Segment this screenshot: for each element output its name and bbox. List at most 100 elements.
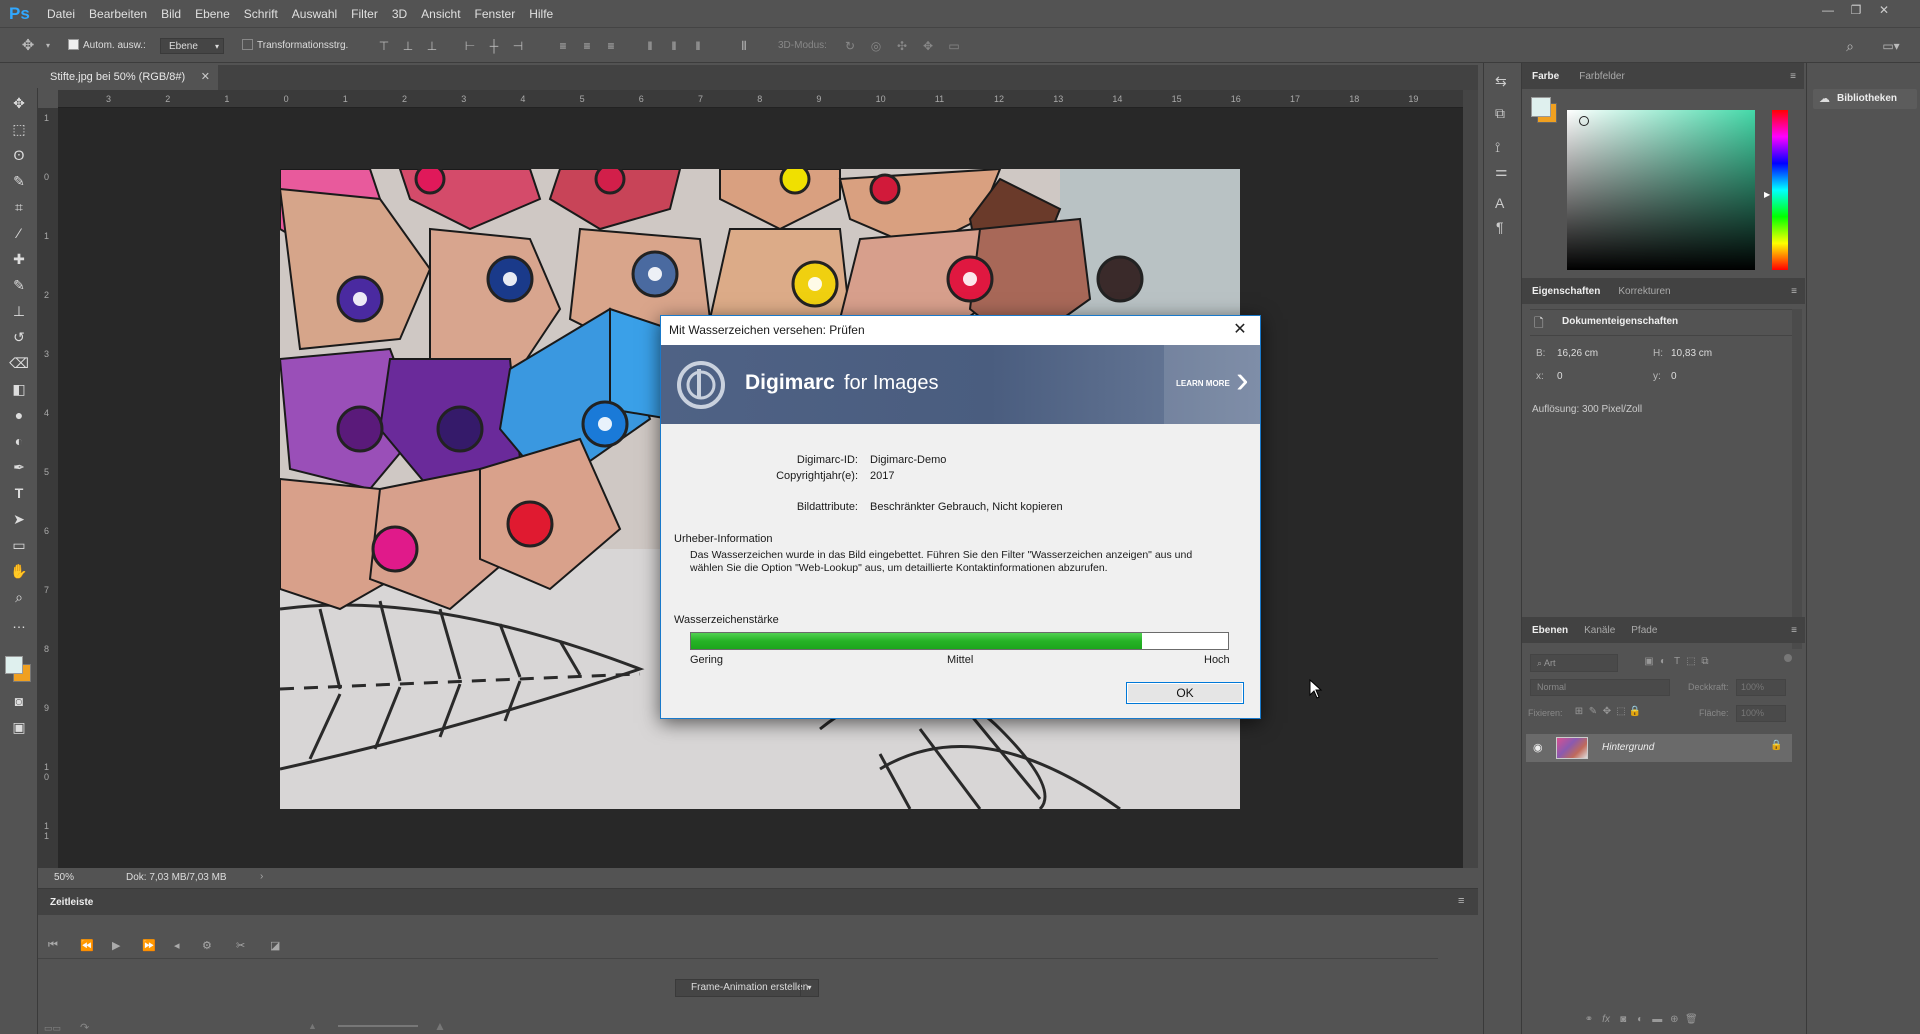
screen-mode-icon[interactable]: ▣ (7, 715, 31, 739)
fill-input[interactable]: 100% (1736, 705, 1786, 722)
tab-kanaele[interactable]: Kanäle (1578, 625, 1621, 636)
pen-tool-icon[interactable]: ✒ (7, 455, 31, 479)
adjustment-layer-icon[interactable]: ◐ (1633, 1014, 1647, 1025)
tab-farbfelder[interactable]: Farbfelder (1569, 71, 1635, 82)
opacity-input[interactable]: 100% (1736, 679, 1786, 696)
tab-farbe[interactable]: Farbe (1522, 71, 1569, 82)
learn-more-button[interactable]: LEARN MORE › (1164, 345, 1260, 424)
distribute-left-icon[interactable]: ‖ (642, 37, 658, 55)
menu-ansicht[interactable]: Ansicht (414, 7, 467, 21)
tab-korrekturen[interactable]: Korrekturen (1610, 286, 1678, 297)
zoom-in-mountain-icon[interactable]: ▲ (434, 1019, 446, 1033)
align-vcenter-icon[interactable]: ⊥ (400, 37, 416, 55)
slide-3d-icon[interactable]: ✥ (920, 37, 936, 55)
chevron-down-icon[interactable]: ▾ (40, 37, 56, 55)
ok-button[interactable]: OK (1126, 682, 1244, 704)
path-select-tool-icon[interactable]: ➤ (7, 507, 31, 531)
vertical-scrollbar[interactable] (1463, 90, 1478, 868)
brush-presets-icon[interactable]: ⟟ (1495, 139, 1500, 156)
close-icon[interactable]: ✕ (1230, 320, 1250, 340)
fg-color-chip[interactable] (1531, 97, 1551, 117)
align-hcenter-icon[interactable]: ┼ (486, 37, 502, 55)
doc-size-info[interactable]: Dok: 7,03 MB/7,03 MB (126, 872, 227, 883)
shape-filter-icon[interactable]: ⬚ (1684, 656, 1698, 667)
marquee-tool-icon[interactable]: ⬚ (7, 117, 31, 141)
color-field[interactable] (1567, 110, 1755, 270)
adjustment-filter-icon[interactable]: ◐ (1656, 656, 1670, 667)
dodge-tool-icon[interactable]: ◐ (7, 429, 31, 453)
lock-artboard-icon[interactable]: ⬚ (1614, 706, 1628, 717)
y-value[interactable]: 0 (1671, 371, 1677, 382)
new-layer-icon[interactable]: ⊕ (1667, 1014, 1681, 1025)
eye-icon[interactable]: ◉ (1533, 741, 1543, 754)
zoom-level[interactable]: 50% (54, 872, 74, 883)
scale-3d-icon[interactable]: ▭ (946, 37, 962, 55)
image-filter-icon[interactable]: ▣ (1642, 656, 1656, 667)
mask-icon[interactable]: ◙ (1616, 1014, 1630, 1025)
trash-icon[interactable]: 🗑 (1684, 1014, 1698, 1025)
eraser-tool-icon[interactable]: ⌫ (7, 351, 31, 375)
distribute-top-icon[interactable]: ≡ (555, 37, 571, 55)
panel-menu-icon[interactable]: ≡ (1791, 286, 1805, 297)
minimize-button[interactable]: — (1814, 0, 1842, 22)
foreground-color-swatch[interactable] (5, 656, 23, 674)
chevron-down-icon[interactable]: ▾ (800, 980, 818, 996)
auto-align-icon[interactable]: ⫴ (736, 37, 752, 55)
settings-gear-icon[interactable]: ⚙ (202, 939, 212, 952)
lock-position-icon[interactable]: ✥ (1600, 706, 1614, 717)
tab-pfade[interactable]: Pfade (1621, 625, 1667, 636)
search-icon[interactable]: ⌕ (1842, 37, 1858, 55)
zoom-tool-icon[interactable]: ⌕ (7, 585, 31, 609)
lock-transparency-icon[interactable]: ⊞ (1572, 706, 1586, 717)
menu-3d[interactable]: 3D (385, 7, 414, 21)
quick-select-tool-icon[interactable]: ✎ (7, 169, 31, 193)
timeline-zoom-slider[interactable] (338, 1025, 418, 1027)
restore-button[interactable]: ❐ (1842, 0, 1870, 22)
first-frame-icon[interactable]: ⏮ (48, 939, 58, 952)
play-icon[interactable]: ▶ (112, 939, 120, 952)
scissors-icon[interactable]: ✂ (236, 939, 245, 952)
distribute-bottom-icon[interactable]: ≡ (603, 37, 619, 55)
align-bottom-icon[interactable]: ⊥ (424, 37, 440, 55)
lasso-tool-icon[interactable]: ʘ (7, 143, 31, 167)
menu-fenster[interactable]: Fenster (468, 7, 523, 21)
layer-row[interactable]: ◉ Hintergrund 🔒 (1526, 734, 1792, 762)
pan-3d-icon[interactable]: ✣ (894, 37, 910, 55)
menu-hilfe[interactable]: Hilfe (522, 7, 560, 21)
digimarc-banner[interactable]: Digimarc for Images LEARN MORE › (661, 345, 1260, 424)
panel-menu-icon[interactable]: ≡ (1791, 625, 1805, 636)
chevron-right-icon[interactable]: › (260, 871, 263, 882)
align-right-icon[interactable]: ⊣ (510, 37, 526, 55)
close-icon[interactable]: ✕ (201, 65, 210, 90)
type-filter-icon[interactable]: T (1670, 656, 1684, 667)
hue-slider[interactable] (1772, 110, 1788, 270)
gradient-tool-icon[interactable]: ◧ (7, 377, 31, 401)
filter-toggle[interactable] (1784, 654, 1792, 662)
transform-checkbox[interactable]: Transformationsstrg. (242, 38, 348, 54)
panel-menu-icon[interactable]: ≡ (1790, 71, 1804, 82)
height-value[interactable]: 10,83 cm (1671, 348, 1712, 359)
group-folder-icon[interactable]: ▬ (1650, 1014, 1664, 1025)
menu-bild[interactable]: Bild (154, 7, 188, 21)
actions-icon[interactable]: ⧉ (1495, 105, 1505, 122)
layer-name[interactable]: Hintergrund (1602, 742, 1654, 753)
hand-tool-icon[interactable]: ✋ (7, 559, 31, 583)
move-tool-icon[interactable]: ✥ (7, 91, 31, 115)
fx-icon[interactable]: fx (1599, 1014, 1613, 1025)
document-tab[interactable]: Stifte.jpg bei 50% (RGB/8#) ✕ (38, 65, 218, 90)
x-value[interactable]: 0 (1557, 371, 1563, 382)
lock-all-icon[interactable]: 🔒 (1628, 706, 1642, 717)
prev-frame-icon[interactable]: ⏪ (80, 939, 94, 952)
properties-scrollbar[interactable] (1792, 309, 1802, 649)
tab-eigenschaften[interactable]: Eigenschaften (1522, 286, 1610, 297)
roll-3d-icon[interactable]: ◎ (868, 37, 884, 55)
lock-icon[interactable]: 🔒 (1770, 740, 1782, 751)
blend-mode-select[interactable]: Normal (1530, 679, 1670, 696)
libraries-button[interactable]: ☁ Bibliotheken (1813, 89, 1917, 109)
distribute-vcenter-icon[interactable]: ≡ (579, 37, 595, 55)
menu-schrift[interactable]: Schrift (237, 7, 285, 21)
transition-icon[interactable]: ◪ (270, 939, 280, 952)
distribute-hcenter-icon[interactable]: ‖ (666, 37, 682, 55)
align-top-icon[interactable]: ⊤ (376, 37, 392, 55)
lock-pixels-icon[interactable]: ✎ (1586, 706, 1600, 717)
